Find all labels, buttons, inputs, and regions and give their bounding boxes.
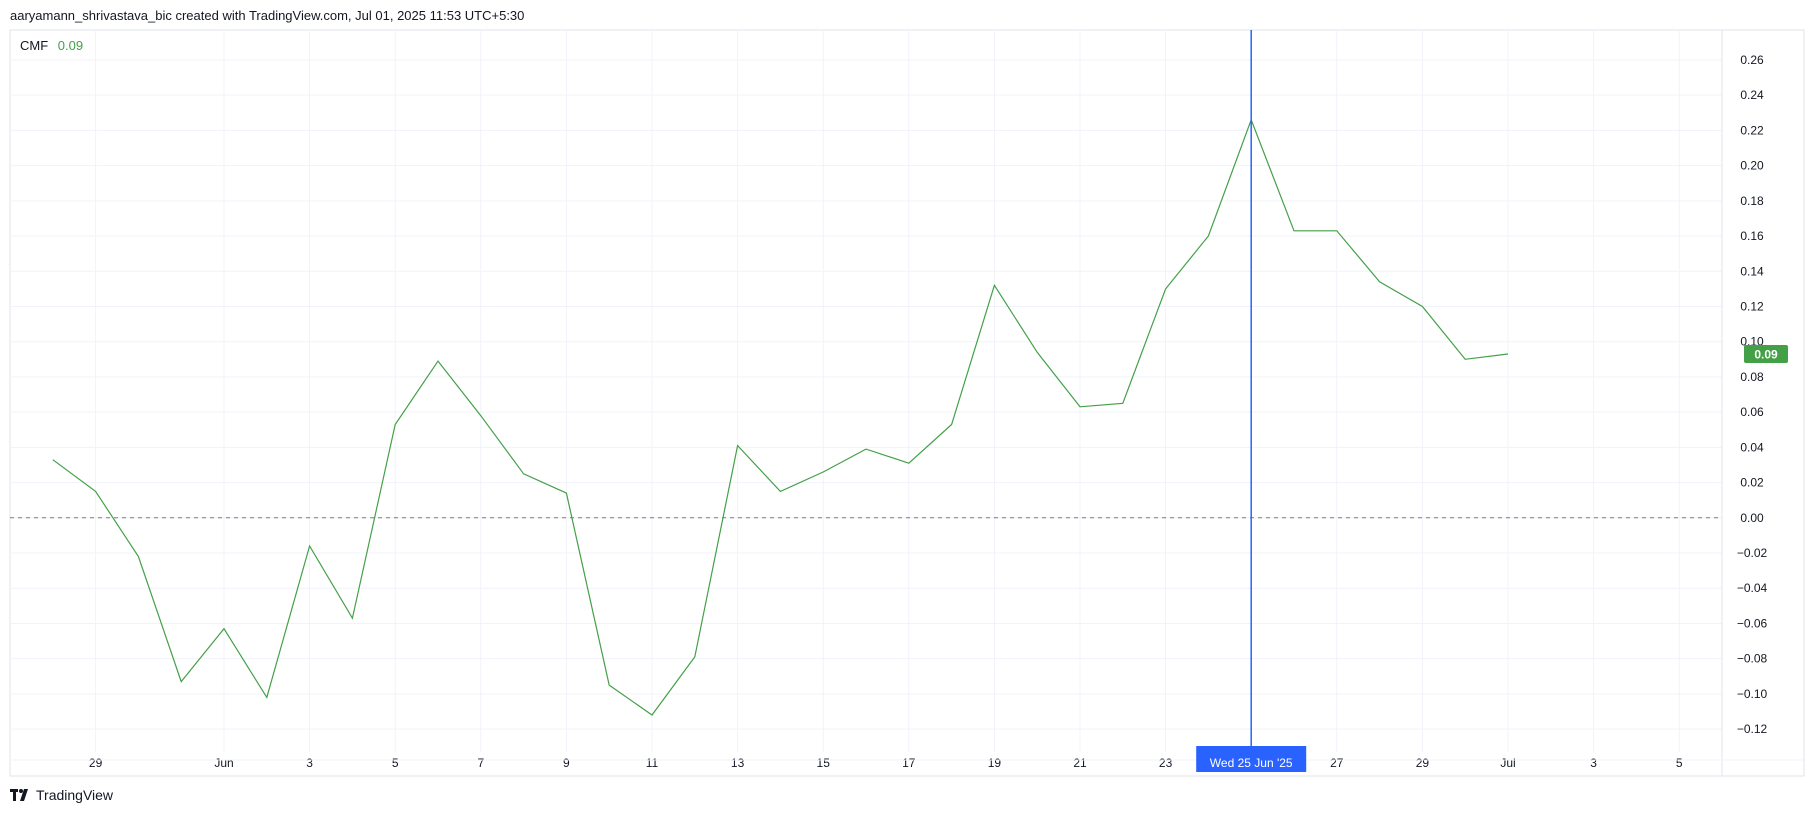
y-tick-label: 0.22 [1740, 123, 1764, 137]
y-tick-label: 0.04 [1740, 440, 1764, 454]
y-tick-label: 0.14 [1740, 264, 1764, 278]
y-tick-label: 0.02 [1740, 476, 1764, 490]
y-tick-label: 0.08 [1740, 370, 1764, 384]
x-tick-label: Jul [1500, 756, 1515, 770]
y-tick-label: −0.08 [1737, 652, 1768, 666]
chart-frame [9, 29, 1805, 777]
x-tick-label: 19 [988, 756, 1002, 770]
y-tick-label: −0.10 [1737, 687, 1768, 701]
y-tick-label: 0.26 [1740, 53, 1764, 67]
y-tick-label: 0.16 [1740, 229, 1764, 243]
y-tick-label: −0.06 [1737, 616, 1768, 630]
y-tick-label: −0.02 [1737, 546, 1768, 560]
x-tick-label: Jun [214, 756, 233, 770]
x-tick-label: 15 [817, 756, 831, 770]
x-tick-label: 5 [1676, 756, 1683, 770]
y-tick-label: −0.12 [1737, 722, 1768, 736]
crosshair-date-label: Wed 25 Jun '25 [1210, 756, 1293, 770]
tradingview-logo[interactable]: TradingView [10, 787, 113, 803]
last-value-label: 0.09 [1754, 348, 1778, 362]
tradingview-brand: TradingView [36, 787, 114, 803]
x-tick-label: 13 [731, 756, 745, 770]
y-tick-label: 0.20 [1740, 159, 1764, 173]
x-tick-label: 21 [1073, 756, 1087, 770]
x-tick-label: 9 [563, 756, 570, 770]
cmf-series-line [52, 118, 1509, 716]
x-tick-label: 17 [902, 756, 916, 770]
cmf-chart[interactable]: 0.260.240.220.200.180.160.140.120.100.08… [0, 0, 1814, 780]
y-tick-label: 0.18 [1740, 194, 1764, 208]
x-tick-label: 23 [1159, 756, 1173, 770]
y-tick-label: −0.04 [1737, 581, 1768, 595]
x-tick-label: 29 [1416, 756, 1430, 770]
x-tick-label: 29 [89, 756, 103, 770]
x-tick-label: 11 [646, 756, 659, 770]
y-tick-label: 0.24 [1740, 88, 1764, 102]
x-tick-label: 27 [1330, 756, 1344, 770]
x-tick-label: 3 [1590, 756, 1597, 770]
x-tick-label: 7 [477, 756, 484, 770]
y-tick-label: 0.00 [1740, 511, 1764, 525]
x-tick-label: 3 [306, 756, 313, 770]
x-tick-label: 5 [392, 756, 399, 770]
y-tick-label: 0.06 [1740, 405, 1764, 419]
tradingview-icon [10, 789, 28, 801]
y-tick-label: 0.12 [1740, 299, 1764, 313]
